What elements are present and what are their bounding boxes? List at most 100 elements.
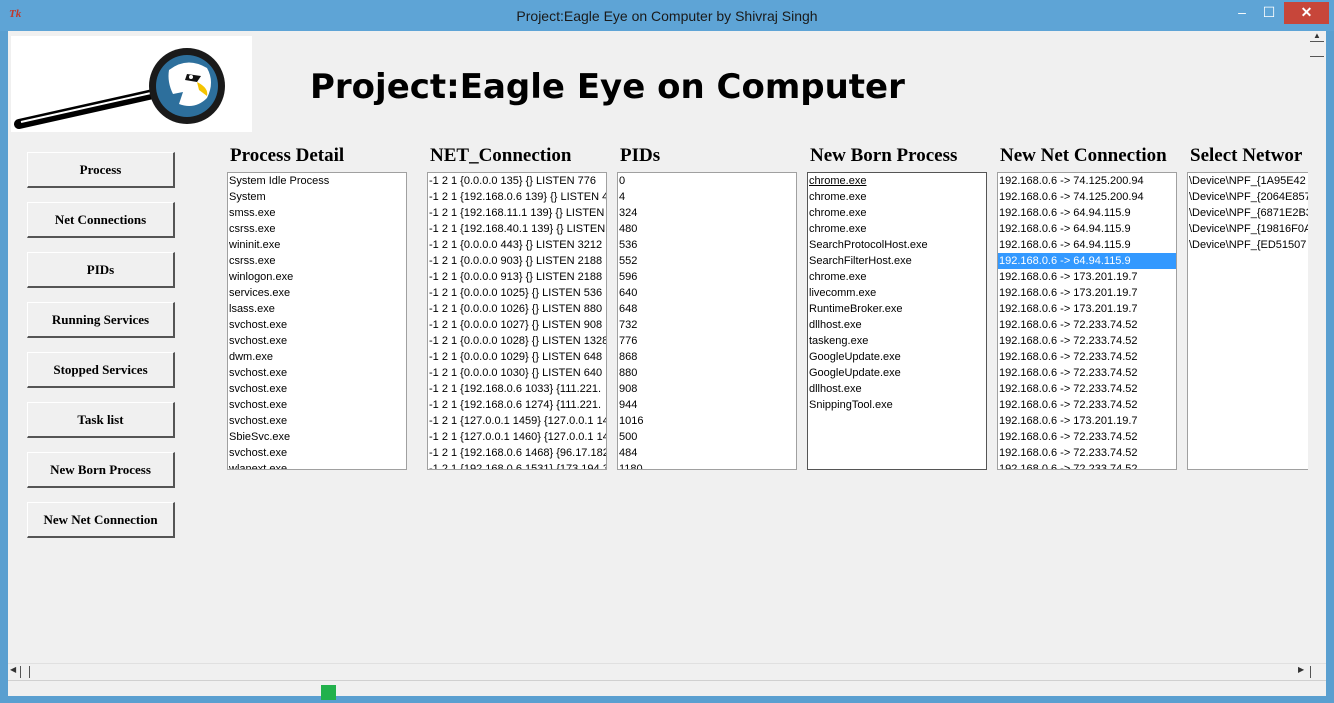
new-net-connection-list[interactable]: 192.168.0.6 -> 74.125.200.94 192.168.0.6 … — [997, 172, 1177, 470]
list-item[interactable]: -1 2 1 {0.0.0.0 1027} {} LISTEN 908 — [428, 317, 606, 333]
list-item[interactable]: RuntimeBroker.exe — [808, 301, 986, 317]
list-item[interactable]: -1 2 1 {0.0.0.0 443} {} LISTEN 3212 — [428, 237, 606, 253]
list-item[interactable]: -1 2 1 {127.0.0.1 1459} {127.0.0.1 14 — [428, 413, 606, 429]
list-item[interactable]: 192.168.0.6 -> 72.233.74.52 — [998, 365, 1176, 381]
list-item[interactable]: livecomm.exe — [808, 285, 986, 301]
vertical-scrollbar[interactable]: ▲ — [1308, 31, 1326, 71]
list-item[interactable]: winlogon.exe — [228, 269, 406, 285]
list-item[interactable]: System — [228, 189, 406, 205]
list-item[interactable]: 192.168.0.6 -> 64.94.115.9 — [998, 205, 1176, 221]
maximize-button[interactable]: ☐ — [1256, 2, 1282, 24]
list-item[interactable]: svchost.exe — [228, 445, 406, 461]
list-item[interactable]: 192.168.0.6 -> 64.94.115.9 — [998, 237, 1176, 253]
new-net-connection-button[interactable]: New Net Connection — [27, 502, 175, 538]
list-item[interactable]: 880 — [618, 365, 796, 381]
list-item[interactable]: 480 — [618, 221, 796, 237]
list-item[interactable]: 192.168.0.6 -> 173.201.19.7 — [998, 413, 1176, 429]
list-item[interactable]: 192.168.0.6 -> 72.233.74.52 — [998, 429, 1176, 445]
list-item[interactable]: -1 2 1 {127.0.0.1 1460} {127.0.0.1 14 — [428, 429, 606, 445]
list-item[interactable]: 500 — [618, 429, 796, 445]
list-item[interactable]: 640 — [618, 285, 796, 301]
list-item[interactable]: -1 2 1 {0.0.0.0 1029} {} LISTEN 648 — [428, 349, 606, 365]
list-item[interactable]: 1180 — [618, 461, 796, 469]
list-item[interactable]: 4 — [618, 189, 796, 205]
list-item[interactable]: -1 2 1 {192.168.0.6 139} {} LISTEN 4 — [428, 189, 606, 205]
list-item[interactable]: services.exe — [228, 285, 406, 301]
list-item[interactable]: svchost.exe — [228, 365, 406, 381]
horizontal-scroll-thumb[interactable] — [20, 666, 30, 678]
horizontal-scrollbar[interactable]: ◀ ▶ — [8, 663, 1326, 681]
list-item[interactable]: GoogleUpdate.exe — [808, 349, 986, 365]
list-item[interactable]: svchost.exe — [228, 413, 406, 429]
list-item[interactable]: 1016 — [618, 413, 796, 429]
list-item[interactable]: 192.168.0.6 -> 72.233.74.52 — [998, 397, 1176, 413]
list-item[interactable]: -1 2 1 {0.0.0.0 1028} {} LISTEN 1328 — [428, 333, 606, 349]
list-item[interactable]: 192.168.0.6 -> 74.125.200.94 — [998, 173, 1176, 189]
task-list-button[interactable]: Task list — [27, 402, 175, 438]
list-item[interactable]: GoogleUpdate.exe — [808, 365, 986, 381]
list-item[interactable]: -1 2 1 {192.168.40.1 139} {} LISTEN — [428, 221, 606, 237]
list-item[interactable]: SnippingTool.exe — [808, 397, 986, 413]
list-item[interactable]: svchost.exe — [228, 381, 406, 397]
process-detail-list[interactable]: System Idle Process System smss.exe csrss.e… — [227, 172, 407, 470]
list-item[interactable]: 192.168.0.6 -> 72.233.74.52 — [998, 445, 1176, 461]
list-item[interactable]: \Device\NPF_{2064E857 — [1188, 189, 1308, 205]
list-item[interactable]: lsass.exe — [228, 301, 406, 317]
list-item[interactable]: \Device\NPF_{1A95E42 — [1188, 173, 1308, 189]
list-item[interactable]: 732 — [618, 317, 796, 333]
list-item[interactable]: SearchProtocolHost.exe — [808, 237, 986, 253]
list-item[interactable]: chrome.exe — [808, 189, 986, 205]
list-item[interactable]: SbieSvc.exe — [228, 429, 406, 445]
list-item[interactable]: smss.exe — [228, 205, 406, 221]
list-item[interactable]: 484 — [618, 445, 796, 461]
list-item[interactable]: chrome.exe — [808, 205, 986, 221]
list-item[interactable]: 0 — [618, 173, 796, 189]
list-item[interactable]: 908 — [618, 381, 796, 397]
list-item[interactable]: 536 — [618, 237, 796, 253]
list-item[interactable]: taskeng.exe — [808, 333, 986, 349]
pids-button[interactable]: PIDs — [27, 252, 175, 288]
list-item[interactable]: -1 2 1 {0.0.0.0 135} {} LISTEN 776 — [428, 173, 606, 189]
net-connection-list[interactable]: -1 2 1 {0.0.0.0 135} {} LISTEN 776 -1 2 1… — [427, 172, 607, 470]
list-item[interactable]: \Device\NPF_{ED51507 — [1188, 237, 1308, 253]
list-item[interactable]: chrome.exe — [808, 269, 986, 285]
list-item[interactable]: 552 — [618, 253, 796, 269]
minimize-button[interactable]: – — [1229, 2, 1255, 24]
list-item[interactable]: -1 2 1 {192.168.11.1 139} {} LISTEN — [428, 205, 606, 221]
list-item[interactable]: svchost.exe — [228, 397, 406, 413]
list-item[interactable]: 192.168.0.6 -> 64.94.115.9 — [998, 253, 1176, 269]
list-item[interactable]: svchost.exe — [228, 333, 406, 349]
new-born-process-list[interactable]: chrome.exe chrome.exe chrome.exe chrome.exe… — [807, 172, 987, 470]
pids-list[interactable]: 0 4 324 480 536 552 596 640 648 732 776 868 880 908 94… — [617, 172, 797, 470]
list-item[interactable]: chrome.exe — [808, 221, 986, 237]
list-item[interactable]: csrss.exe — [228, 221, 406, 237]
list-item[interactable]: 868 — [618, 349, 796, 365]
list-item[interactable]: -1 2 1 {192.168.0.6 1274} {111.221. — [428, 397, 606, 413]
list-item[interactable]: csrss.exe — [228, 253, 406, 269]
list-item[interactable]: -1 2 1 {0.0.0.0 913} {} LISTEN 2188 — [428, 269, 606, 285]
list-item[interactable]: SearchFilterHost.exe — [808, 253, 986, 269]
list-item[interactable]: 192.168.0.6 -> 72.233.74.52 — [998, 461, 1176, 469]
list-item[interactable]: \Device\NPF_{6871E2B3 — [1188, 205, 1308, 221]
list-item[interactable]: 648 — [618, 301, 796, 317]
list-item[interactable]: wlanext.exe — [228, 461, 406, 469]
list-item[interactable]: chrome.exe — [808, 173, 986, 189]
list-item[interactable]: svchost.exe — [228, 317, 406, 333]
list-item[interactable]: -1 2 1 {192.168.0.6 1531} {173.194.3 — [428, 461, 606, 469]
list-item[interactable]: -1 2 1 {0.0.0.0 1025} {} LISTEN 536 — [428, 285, 606, 301]
list-item[interactable]: 192.168.0.6 -> 173.201.19.7 — [998, 301, 1176, 317]
list-item[interactable]: dllhost.exe — [808, 381, 986, 397]
list-item[interactable]: 596 — [618, 269, 796, 285]
list-item[interactable]: 324 — [618, 205, 796, 221]
close-button[interactable]: ✕ — [1284, 2, 1329, 24]
list-item[interactable]: 192.168.0.6 -> 173.201.19.7 — [998, 285, 1176, 301]
list-item[interactable]: 192.168.0.6 -> 173.201.19.7 — [998, 269, 1176, 285]
running-services-button[interactable]: Running Services — [27, 302, 175, 338]
list-item[interactable]: wininit.exe — [228, 237, 406, 253]
stopped-services-button[interactable]: Stopped Services — [27, 352, 175, 388]
scroll-up-arrow-icon[interactable]: ▲ — [1308, 31, 1326, 41]
list-item[interactable]: System Idle Process — [228, 173, 406, 189]
list-item[interactable]: 192.168.0.6 -> 72.233.74.52 — [998, 317, 1176, 333]
list-item[interactable]: dwm.exe — [228, 349, 406, 365]
list-item[interactable]: -1 2 1 {0.0.0.0 1026} {} LISTEN 880 — [428, 301, 606, 317]
